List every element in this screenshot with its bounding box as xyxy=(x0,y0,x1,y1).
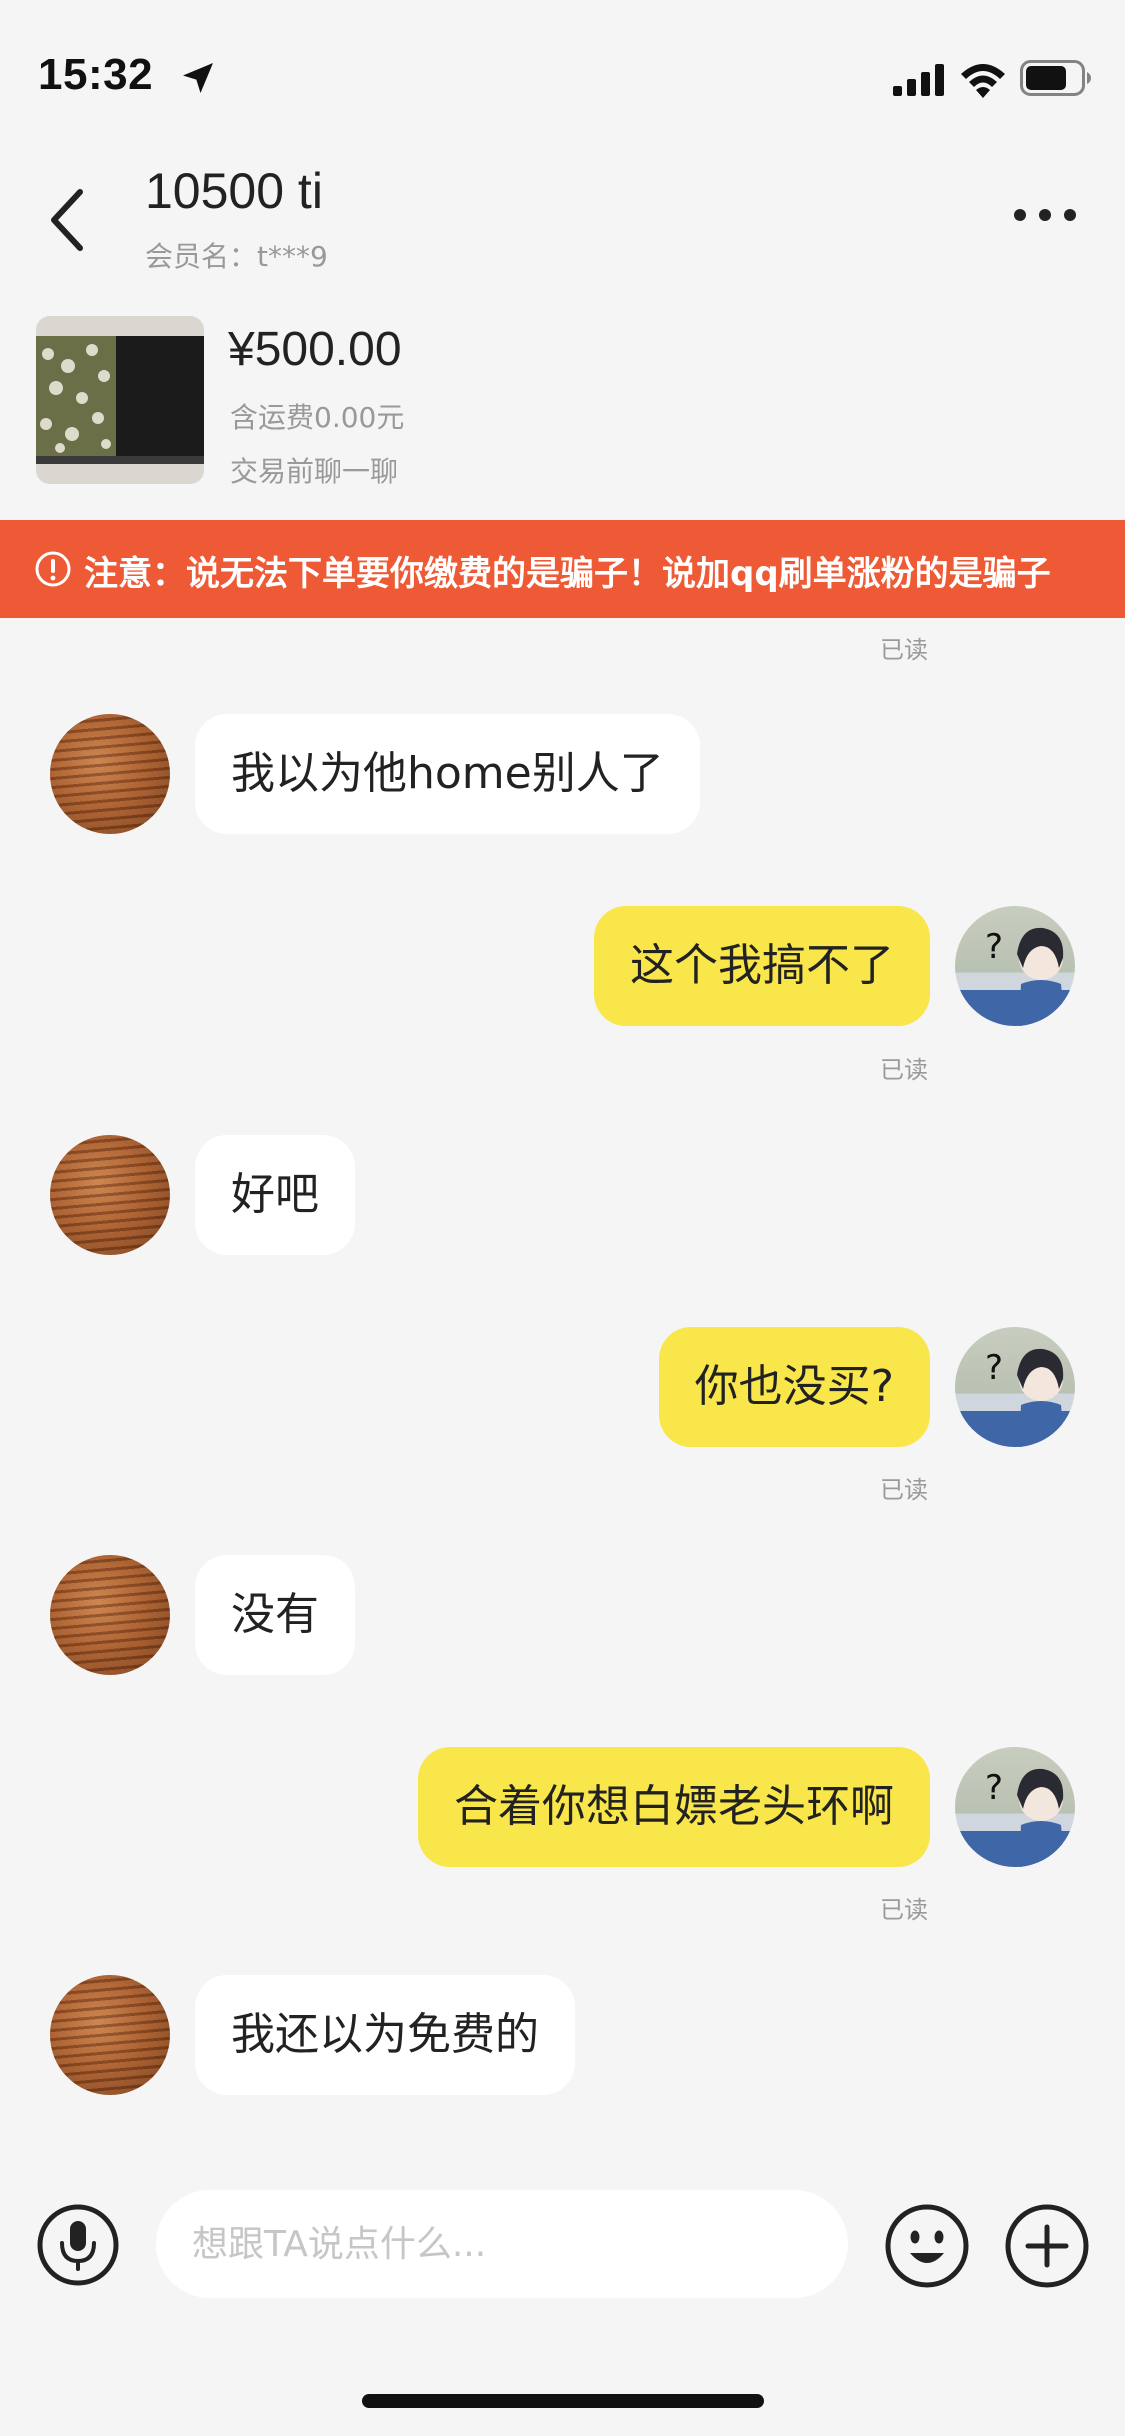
back-chevron-icon[interactable] xyxy=(40,180,100,260)
my-avatar[interactable]: ? xyxy=(955,1327,1075,1447)
svg-text:?: ? xyxy=(985,927,1003,967)
plus-icon[interactable] xyxy=(1004,2203,1090,2289)
battery-icon xyxy=(1020,60,1091,96)
anime-girl-avatar-icon: ? xyxy=(985,1348,1065,1447)
message-bubble-sent[interactable]: 你也没买? xyxy=(658,1327,930,1447)
product-image-icon xyxy=(36,316,204,484)
svg-text:?: ? xyxy=(985,1348,1003,1388)
message-bubble-received[interactable]: 好吧 xyxy=(195,1135,355,1255)
message-bubble-received[interactable]: 没有 xyxy=(195,1555,355,1675)
scam-warning-banner: 注意：说无法下单要你缴费的是骗子！说加qq刷单涨粉的是骗子 xyxy=(0,520,1125,618)
other-user-avatar[interactable] xyxy=(50,1975,170,2095)
product-shipping: 含运费0.00元 xyxy=(230,401,405,434)
read-receipt: 已读 xyxy=(880,636,928,664)
status-bar: 15:32 xyxy=(0,0,1125,150)
my-avatar[interactable]: ? xyxy=(955,906,1075,1026)
status-time: 15:32 xyxy=(38,50,154,99)
read-receipt: 已读 xyxy=(880,1476,928,1504)
message-bubble-received[interactable]: 我以为他home别人了 xyxy=(195,714,700,834)
message-bubble-sent[interactable]: 合着你想白嫖老头环啊 xyxy=(418,1747,930,1867)
anime-girl-avatar-icon: ? xyxy=(985,927,1065,1026)
product-price: ¥500.00 xyxy=(228,323,402,376)
home-indicator[interactable] xyxy=(362,2394,764,2408)
chat-title: 10500 ti xyxy=(145,163,323,219)
read-receipt: 已读 xyxy=(880,1056,928,1084)
read-receipt: 已读 xyxy=(880,1896,928,1924)
svg-text:?: ? xyxy=(985,1768,1003,1808)
message-input[interactable] xyxy=(156,2190,848,2298)
other-user-avatar[interactable] xyxy=(50,714,170,834)
product-note: 交易前聊一聊 xyxy=(230,455,399,488)
other-user-avatar[interactable] xyxy=(50,1555,170,1675)
warning-text: 注意：说无法下单要你缴费的是骗子！说加qq刷单涨粉的是骗子 xyxy=(84,554,1051,594)
more-dots-icon[interactable] xyxy=(1010,195,1080,235)
product-thumbnail[interactable] xyxy=(36,316,204,484)
member-name-label: 会员名：t***9 xyxy=(145,240,328,273)
other-user-avatar[interactable] xyxy=(50,1135,170,1255)
microphone-icon[interactable] xyxy=(36,2203,120,2287)
anime-girl-avatar-icon: ? xyxy=(985,1768,1065,1867)
exclamation-circle-icon xyxy=(35,551,71,587)
my-avatar[interactable]: ? xyxy=(955,1747,1075,1867)
message-bubble-received[interactable]: 我还以为免费的 xyxy=(195,1975,575,2095)
cellular-signal-icon xyxy=(893,64,944,96)
message-bubble-sent[interactable]: 这个我搞不了 xyxy=(594,906,930,1026)
wifi-icon xyxy=(961,64,1005,98)
location-arrow-icon xyxy=(183,63,213,93)
emoji-icon[interactable] xyxy=(884,2203,970,2289)
